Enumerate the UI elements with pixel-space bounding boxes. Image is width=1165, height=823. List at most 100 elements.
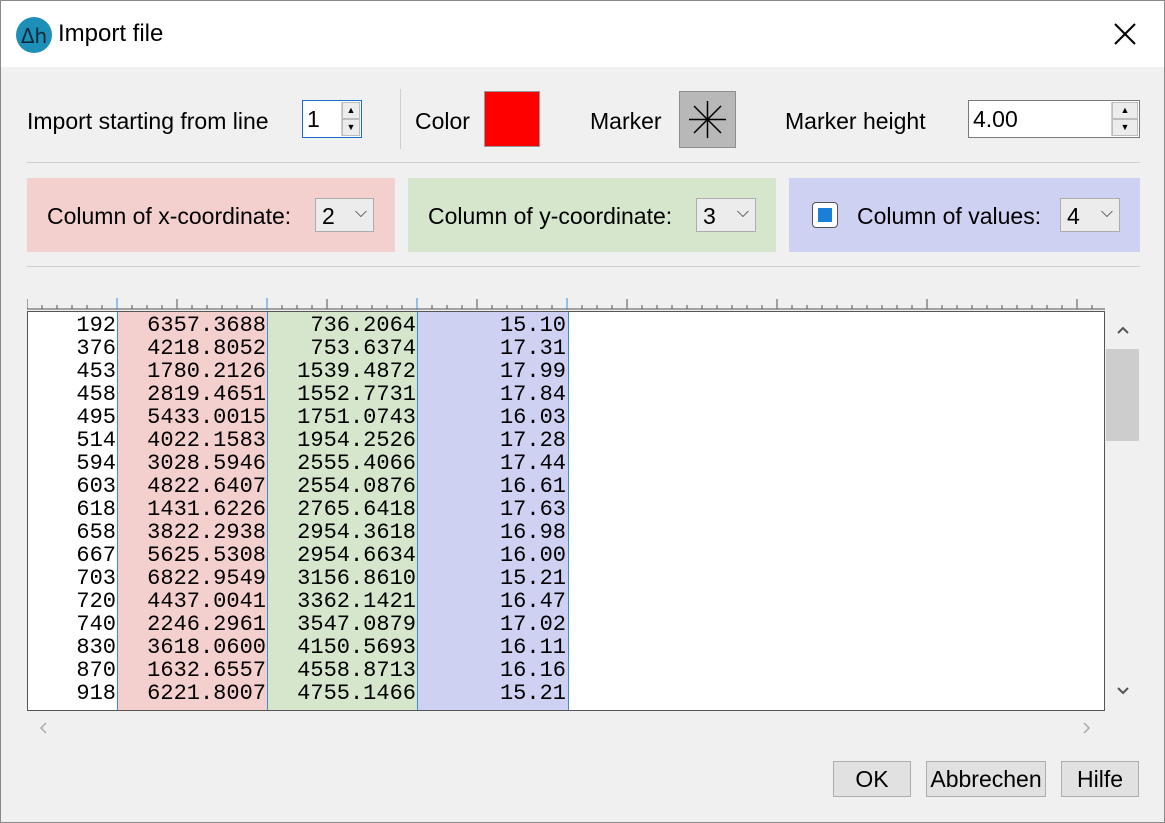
x-value-cell: 3618.0600 bbox=[147, 635, 266, 660]
x-value-cell: 6221.8007 bbox=[147, 681, 266, 706]
line-number-cell: 618 bbox=[76, 497, 116, 522]
column-ruler bbox=[27, 298, 1105, 310]
values-column-group: Column of values: 4 ⌵ bbox=[789, 178, 1140, 252]
x-value-cell: 4822.6407 bbox=[147, 474, 266, 499]
value-cell: 17.44 bbox=[499, 451, 566, 476]
y-value-cell: 3547.0879 bbox=[297, 612, 416, 637]
value-cell: 15.10 bbox=[499, 313, 566, 338]
marker-height-spinbox[interactable]: 4.00 ▲ ▼ bbox=[968, 100, 1140, 138]
value-cell: 17.99 bbox=[499, 359, 566, 384]
close-icon bbox=[1114, 23, 1136, 45]
import-file-dialog: Δh Import file Import starting from line… bbox=[0, 0, 1165, 823]
y-value-cell: 1751.0743 bbox=[297, 405, 416, 430]
svg-text:Δh: Δh bbox=[21, 24, 47, 48]
table-row: 918 6221.8007 4755.1466 15.21 bbox=[28, 682, 1104, 705]
line-number-cell: 603 bbox=[76, 474, 116, 499]
line-number-cell: 703 bbox=[76, 566, 116, 591]
separator-top bbox=[27, 162, 1140, 163]
table-row: 618 1431.6226 2765.6418 17.63 bbox=[28, 498, 1104, 521]
table-row: 594 3028.5946 2555.4066 17.44 bbox=[28, 452, 1104, 475]
table-row: 458 2819.4651 1552.7731 17.84 bbox=[28, 383, 1104, 406]
y-value-cell: 736.2064 bbox=[310, 313, 416, 338]
y-value-cell: 2954.6634 bbox=[297, 543, 416, 568]
line-number-cell: 458 bbox=[76, 382, 116, 407]
table-row: 453 1780.2126 1539.4872 17.99 bbox=[28, 360, 1104, 383]
options-divider bbox=[400, 89, 401, 149]
x-column-group: Column of x-coordinate: 2 ⌵ bbox=[27, 178, 395, 252]
y-column-select[interactable]: 3 ⌵ bbox=[696, 198, 756, 232]
values-column-select[interactable]: 4 ⌵ bbox=[1060, 198, 1120, 232]
table-row: 603 4822.6407 2554.0876 16.61 bbox=[28, 475, 1104, 498]
marker-button[interactable] bbox=[679, 91, 736, 148]
line-number-cell: 376 bbox=[76, 336, 116, 361]
y-column-group: Column of y-coordinate: 3 ⌵ bbox=[408, 178, 776, 252]
x-value-cell: 2246.2961 bbox=[147, 612, 266, 637]
table-row: 192 6357.3688 736.2064 15.10 bbox=[28, 314, 1104, 337]
values-column-label: Column of values: bbox=[857, 203, 1042, 229]
y-value-cell: 3156.8610 bbox=[297, 566, 416, 591]
x-value-cell: 1780.2126 bbox=[147, 359, 266, 384]
x-value-cell: 3028.5946 bbox=[147, 451, 266, 476]
value-cell: 16.98 bbox=[499, 520, 566, 545]
color-label: Color bbox=[415, 108, 470, 134]
value-cell: 16.16 bbox=[499, 658, 566, 683]
horizontal-scrollbar[interactable] bbox=[27, 717, 1105, 739]
y-value-cell: 3362.1421 bbox=[297, 589, 416, 614]
table-row: 720 4437.0041 3362.1421 16.47 bbox=[28, 590, 1104, 613]
close-button[interactable] bbox=[1096, 11, 1152, 57]
y-value-cell: 1954.2526 bbox=[297, 428, 416, 453]
line-number-cell: 192 bbox=[76, 313, 116, 338]
y-column-value: 3 bbox=[703, 203, 716, 229]
x-value-cell: 6357.3688 bbox=[147, 313, 266, 338]
marker-height-value: 4.00 bbox=[973, 106, 1018, 132]
spin-down-icon[interactable]: ▼ bbox=[342, 119, 360, 136]
y-value-cell: 2554.0876 bbox=[297, 474, 416, 499]
line-number-cell: 667 bbox=[76, 543, 116, 568]
value-cell: 15.21 bbox=[499, 681, 566, 706]
table-row: 740 2246.2961 3547.0879 17.02 bbox=[28, 613, 1104, 636]
value-cell: 17.84 bbox=[499, 382, 566, 407]
x-value-cell: 5433.0015 bbox=[147, 405, 266, 430]
help-button[interactable]: Hilfe bbox=[1061, 761, 1139, 797]
y-column-label: Column of y-coordinate: bbox=[428, 203, 673, 229]
value-cell: 17.63 bbox=[499, 497, 566, 522]
y-value-cell: 2555.4066 bbox=[297, 451, 416, 476]
scroll-left-icon[interactable] bbox=[38, 721, 50, 735]
x-value-cell: 4022.1583 bbox=[147, 428, 266, 453]
line-number-cell: 720 bbox=[76, 589, 116, 614]
table-row: 376 4218.8052 753.6374 17.31 bbox=[28, 337, 1104, 360]
starting-line-spinbox[interactable]: 1 ▲ ▼ bbox=[302, 100, 362, 138]
line-number-cell: 870 bbox=[76, 658, 116, 683]
values-column-checkbox[interactable] bbox=[812, 202, 838, 228]
y-value-cell: 4150.5693 bbox=[297, 635, 416, 660]
line-number-cell: 495 bbox=[76, 405, 116, 430]
spin-up-icon[interactable]: ▲ bbox=[1112, 102, 1138, 119]
values-column-value: 4 bbox=[1067, 203, 1080, 229]
scroll-right-icon[interactable] bbox=[1080, 721, 1092, 735]
cancel-button[interactable]: Abbrechen bbox=[926, 761, 1046, 797]
spin-up-icon[interactable]: ▲ bbox=[342, 102, 360, 119]
starting-line-label: Import starting from line bbox=[27, 108, 269, 134]
table-row: 667 5625.5308 2954.6634 16.00 bbox=[28, 544, 1104, 567]
line-number-cell: 514 bbox=[76, 428, 116, 453]
y-value-cell: 1539.4872 bbox=[297, 359, 416, 384]
scroll-up-icon[interactable] bbox=[1115, 324, 1131, 336]
x-value-cell: 1632.6557 bbox=[147, 658, 266, 683]
ok-button[interactable]: OK bbox=[833, 761, 911, 797]
data-preview-table[interactable]: 192 6357.3688 736.2064 15.10 376 4218.8052 753… bbox=[27, 311, 1105, 711]
x-column-select[interactable]: 2 ⌵ bbox=[315, 198, 374, 232]
table-row: 703 6822.9549 3156.8610 15.21 bbox=[28, 567, 1104, 590]
value-cell: 17.31 bbox=[499, 336, 566, 361]
vertical-scroll-thumb[interactable] bbox=[1106, 349, 1139, 441]
marker-label: Marker bbox=[590, 108, 662, 134]
scroll-down-icon[interactable] bbox=[1115, 685, 1131, 697]
color-swatch[interactable] bbox=[484, 91, 540, 147]
x-value-cell: 4218.8052 bbox=[147, 336, 266, 361]
value-cell: 15.21 bbox=[499, 566, 566, 591]
spin-down-icon[interactable]: ▼ bbox=[1112, 119, 1138, 136]
line-number-cell: 594 bbox=[76, 451, 116, 476]
y-value-cell: 4755.1466 bbox=[297, 681, 416, 706]
value-cell: 16.11 bbox=[499, 635, 566, 660]
x-value-cell: 5625.5308 bbox=[147, 543, 266, 568]
line-number-cell: 918 bbox=[76, 681, 116, 706]
